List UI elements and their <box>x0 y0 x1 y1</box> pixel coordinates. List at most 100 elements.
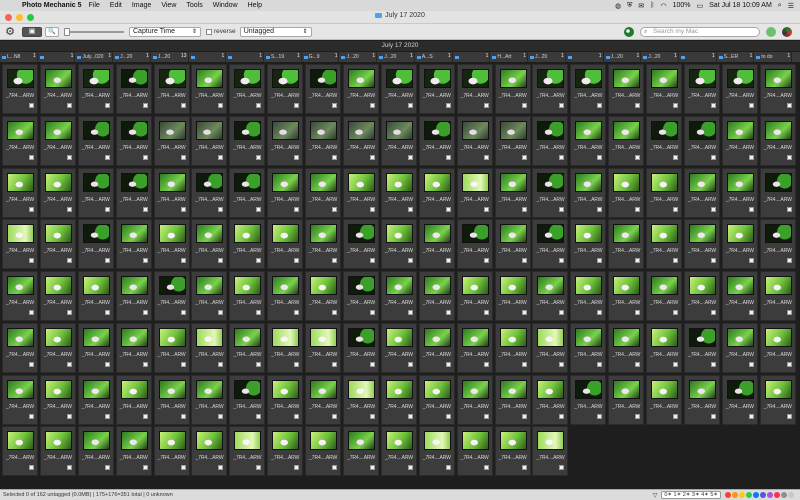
thumbnail-cell[interactable]: _7R4....ARW <box>305 219 342 270</box>
thumbnail-cell[interactable]: _7R4....ARW <box>646 167 683 218</box>
photo-thumbnail[interactable] <box>764 327 792 347</box>
thumbnail-cell[interactable]: _7R4....ARW <box>494 64 531 114</box>
thumbnail-cell[interactable]: _7R4....ARW <box>153 167 190 218</box>
thumbnail-cell[interactable]: _7R4....ARW <box>115 64 152 114</box>
thumbnail-cell[interactable]: _7R4....ARW <box>39 167 76 218</box>
tag-checkbox[interactable] <box>521 206 527 212</box>
tag-checkbox[interactable] <box>673 413 679 419</box>
menu-help[interactable]: Help <box>248 2 262 9</box>
thumbnail-cell[interactable]: _7R4....ARW <box>191 374 228 425</box>
tag-checkbox[interactable] <box>711 103 717 108</box>
photo-thumbnail[interactable] <box>82 69 110 88</box>
tag-checkbox[interactable] <box>786 103 792 108</box>
photo-thumbnail[interactable] <box>689 276 717 295</box>
tag-checkbox[interactable] <box>786 361 792 367</box>
photo-thumbnail[interactable] <box>537 431 565 451</box>
thumbnail-cell[interactable]: _7R4....ARW <box>532 167 569 218</box>
app-menu[interactable]: Photo Mechanic 5 <box>22 2 82 9</box>
tag-checkbox[interactable] <box>142 103 148 108</box>
photo-thumbnail[interactable] <box>310 276 338 295</box>
folder-header[interactable]: J...20 1 <box>604 52 642 62</box>
mail-icon[interactable]: ✉ <box>638 2 644 10</box>
menu-file[interactable]: File <box>89 2 100 9</box>
thumbnail-cell[interactable]: _7R4....ARW <box>721 115 758 166</box>
thumbnail-cell[interactable]: _7R4....ARW <box>646 271 683 321</box>
photo-thumbnail[interactable] <box>461 276 489 295</box>
thumbnail-cell[interactable]: _7R4....ARW <box>532 271 569 321</box>
thumbnail-cell[interactable]: _7R4....ARW <box>229 426 266 477</box>
photo-thumbnail[interactable] <box>461 327 489 347</box>
photo-thumbnail[interactable] <box>7 224 34 244</box>
thumbnail-cell[interactable]: _7R4....ARW <box>115 374 152 425</box>
photo-thumbnail[interactable] <box>7 431 34 451</box>
tag-checkbox[interactable] <box>104 206 110 212</box>
thumbnail-cell[interactable]: _7R4....ARW <box>343 426 380 477</box>
tag-checkbox[interactable] <box>142 413 148 419</box>
thumbnail-cell[interactable]: _7R4....ARW <box>153 64 190 114</box>
tag-checkbox[interactable] <box>180 258 186 264</box>
tag-checkbox[interactable] <box>407 465 413 471</box>
color-class-swatch[interactable] <box>746 492 752 498</box>
thumbnail-cell[interactable]: _7R4....ARW <box>39 64 76 114</box>
thumbnail-cell[interactable]: _7R4....ARW <box>721 271 758 321</box>
photo-thumbnail[interactable] <box>537 120 565 140</box>
photo-thumbnail[interactable] <box>272 379 300 399</box>
thumbnail-cell[interactable]: _7R4....ARW <box>456 426 493 477</box>
thumbnail-cell[interactable]: _7R4....ARW <box>229 219 266 270</box>
thumbnail-cell[interactable]: _7R4....ARW <box>608 374 645 425</box>
thumbnail-cell[interactable]: _7R4....ARW <box>721 219 758 270</box>
tag-checkbox[interactable] <box>294 465 300 471</box>
tag-checkbox[interactable] <box>635 361 641 367</box>
tag-checkbox[interactable] <box>218 413 224 419</box>
thumbnail-cell[interactable]: _7R4....ARW <box>229 115 266 166</box>
photo-thumbnail[interactable] <box>726 224 754 244</box>
tag-checkbox[interactable] <box>332 258 338 264</box>
tag-checkbox[interactable] <box>748 413 754 419</box>
tag-checkbox[interactable] <box>370 154 376 160</box>
filter-icon[interactable]: ▽ <box>653 492 658 499</box>
photo-thumbnail[interactable] <box>651 69 679 88</box>
photo-thumbnail[interactable] <box>120 431 148 451</box>
tag-checkbox[interactable] <box>597 361 603 367</box>
photo-thumbnail[interactable] <box>423 120 451 140</box>
photo-thumbnail[interactable] <box>613 172 641 192</box>
thumbnail-cell[interactable]: _7R4....ARW <box>305 374 342 425</box>
photo-thumbnail[interactable] <box>348 327 376 347</box>
thumbnail-cell[interactable]: _7R4....ARW <box>532 374 569 425</box>
tag-checkbox[interactable] <box>445 413 451 419</box>
photo-thumbnail[interactable] <box>158 379 186 399</box>
photo-thumbnail[interactable] <box>234 379 262 399</box>
gear-icon[interactable]: ⚙ <box>4 26 16 38</box>
menu-tools[interactable]: Tools <box>186 2 202 9</box>
tag-checkbox[interactable] <box>294 310 300 315</box>
thumbnail-cell[interactable]: _7R4....ARW <box>305 271 342 321</box>
thumbnail-cell[interactable]: _7R4....ARW <box>759 322 796 373</box>
thumbnail-cell[interactable]: _7R4....ARW <box>570 219 607 270</box>
photo-thumbnail[interactable] <box>575 172 603 192</box>
tag-checkbox[interactable] <box>711 258 717 264</box>
thumbnail-cell[interactable]: _7R4....ARW <box>229 64 266 114</box>
tag-checkbox[interactable] <box>559 465 565 471</box>
thumbnail-cell[interactable]: _7R4....ARW <box>721 374 758 425</box>
tag-checkbox[interactable] <box>142 154 148 160</box>
photo-thumbnail[interactable] <box>348 120 376 140</box>
photo-thumbnail[interactable] <box>120 379 148 399</box>
tag-checkbox[interactable] <box>142 258 148 264</box>
thumbnail-cell[interactable]: _7R4....ARW <box>153 219 190 270</box>
color-class-swatch[interactable] <box>767 492 773 498</box>
photo-thumbnail[interactable] <box>575 120 603 140</box>
tag-checkbox[interactable] <box>407 310 413 315</box>
tag-checkbox[interactable] <box>294 413 300 419</box>
photo-thumbnail[interactable] <box>44 172 72 192</box>
tag-checkbox[interactable] <box>483 103 489 108</box>
photo-thumbnail[interactable] <box>44 276 72 295</box>
photo-thumbnail[interactable] <box>537 224 565 244</box>
thumbnail-cell[interactable]: _7R4....ARW <box>494 426 531 477</box>
tag-checkbox[interactable] <box>370 310 376 315</box>
thumbnail-cell[interactable]: _7R4....ARW <box>267 115 304 166</box>
tag-checkbox[interactable] <box>104 310 110 315</box>
photo-thumbnail[interactable] <box>385 276 413 295</box>
thumbnail-cell[interactable]: _7R4....ARW <box>267 374 304 425</box>
photo-thumbnail[interactable] <box>158 69 186 88</box>
tag-checkbox[interactable] <box>748 103 754 108</box>
